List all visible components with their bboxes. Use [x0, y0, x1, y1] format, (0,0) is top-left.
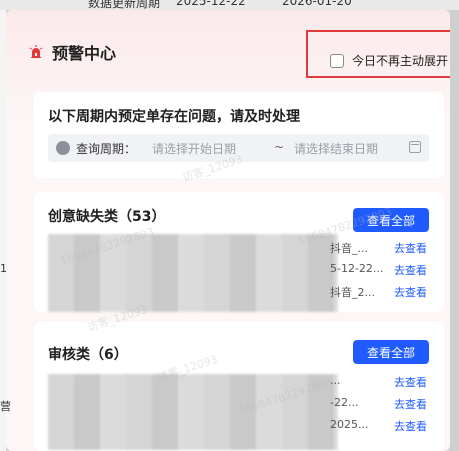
query-period-label: 查询周期： [76, 142, 137, 156]
list-item: 抖音_... 去查看 [330, 242, 427, 255]
end-date-input[interactable]: 请选择结束日期 [294, 140, 378, 157]
section-review: 审核类（6） 查看全部 ... 去查看 -22... 去查看 2025... 去… [34, 322, 444, 451]
list-item: 5-12-22... 去查看 [330, 262, 427, 277]
dont-expand-label: 今日不再主动展开 [352, 54, 449, 68]
update-cycle-label: 数据更新周期 [88, 0, 161, 10]
go-view-link[interactable]: 去查看 [394, 262, 427, 278]
range-separator: ~ [274, 140, 285, 154]
go-view-link[interactable]: 去查看 [394, 374, 427, 390]
calendar-icon[interactable] [409, 141, 421, 153]
dont-expand-checkbox[interactable] [330, 53, 344, 68]
list-item: 抖音_2... 去查看 [330, 286, 427, 299]
alarm-icon [29, 45, 43, 58]
date-start: 2025-12-22 [176, 0, 246, 8]
panel-header: 预警中心 [28, 40, 116, 64]
notice-text: 以下周期内预定单存在问题，请及时处理 [48, 109, 300, 125]
alert-center-panel: 预警中心 今日不再主动展开 以下周期内预定单存在问题，请及时处理 查询周期： 请… [6, 10, 450, 451]
go-view-link[interactable]: 去查看 [394, 284, 427, 300]
top-bar: 数据更新周期 2025-12-22 2026-01-20 [0, 0, 459, 10]
start-date-input[interactable]: 请选择开始日期 [152, 140, 236, 157]
view-all-button[interactable]: 查看全部 [353, 340, 429, 364]
go-view-link[interactable]: 去查看 [394, 240, 427, 256]
edge-label: 1 [0, 262, 7, 275]
section-title: 创意缺失类（53） [48, 209, 166, 225]
info-icon [56, 141, 70, 155]
list-item: 2025... 去查看 [330, 418, 427, 433]
go-view-link[interactable]: 去查看 [394, 418, 427, 434]
dont-expand-toggle[interactable]: 今日不再主动展开 [330, 52, 448, 69]
date-end: 2026-01-20 [282, 0, 352, 8]
section-title: 审核类（6） [48, 347, 128, 363]
edge-label: 营 [0, 400, 11, 413]
go-view-link[interactable]: 去查看 [394, 396, 427, 412]
panel-title: 预警中心 [52, 44, 117, 63]
list-item: -22... 去查看 [330, 396, 427, 411]
